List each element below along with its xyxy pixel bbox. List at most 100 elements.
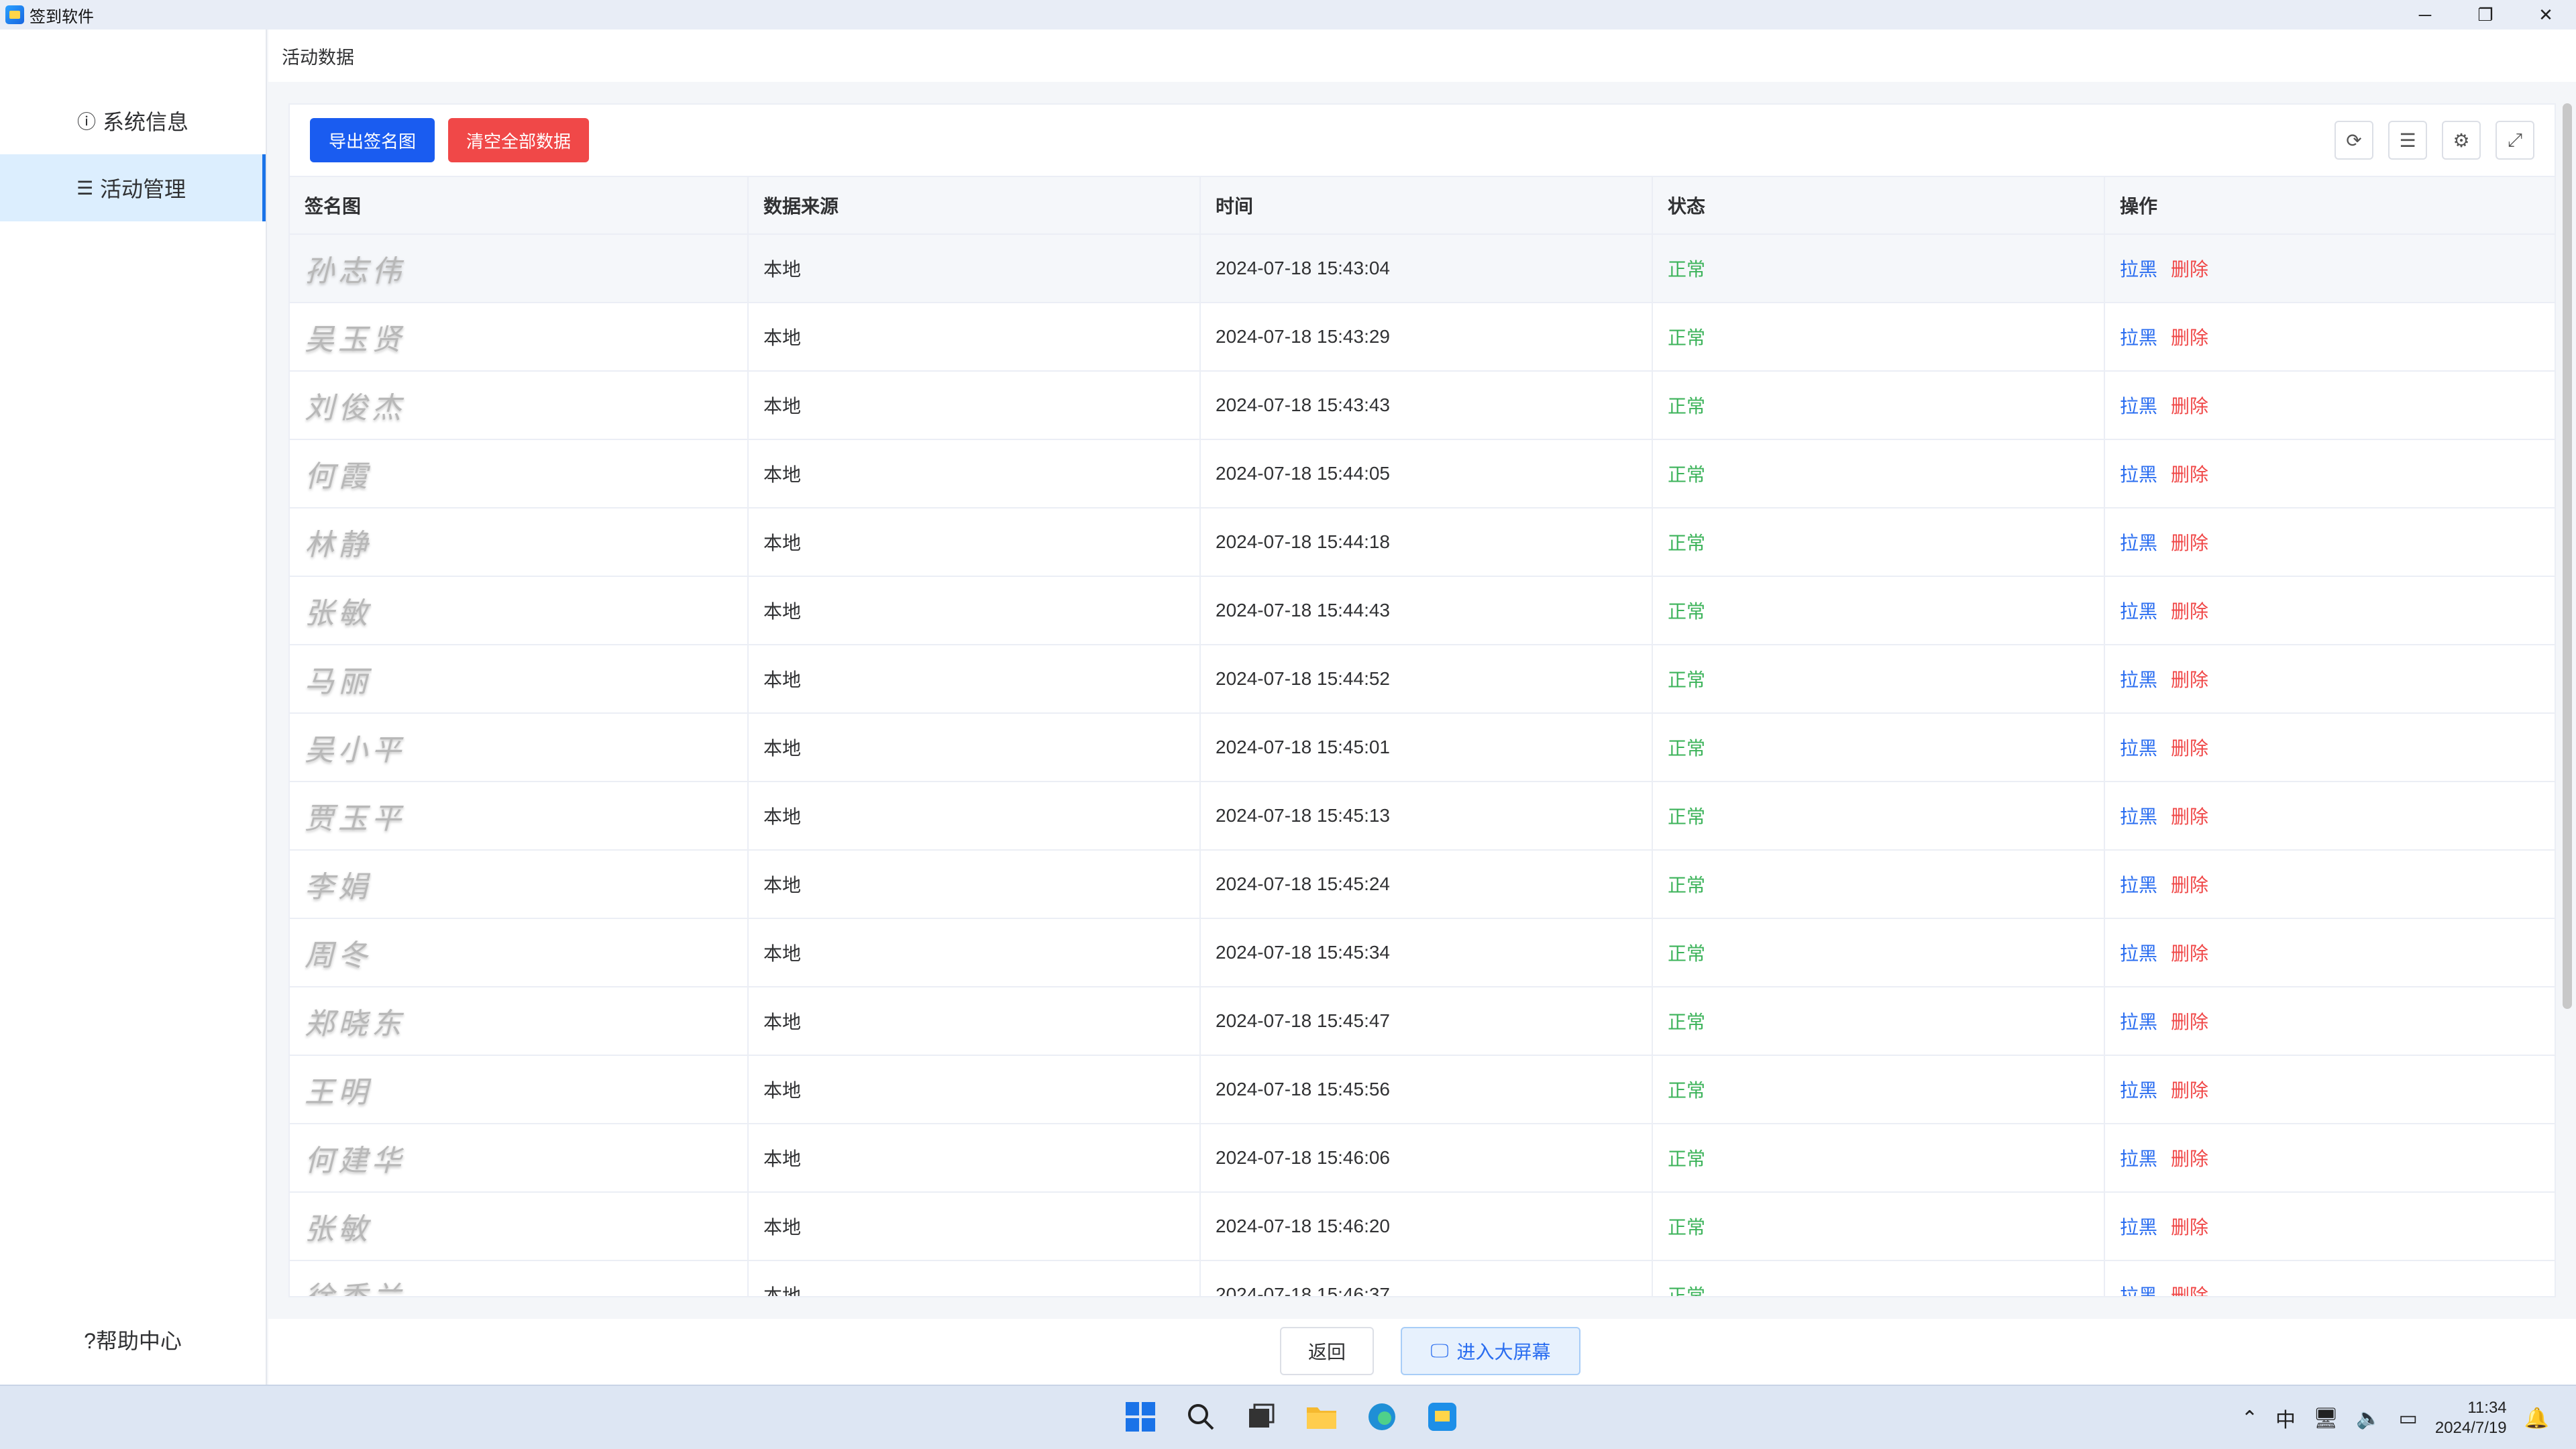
status-badge: 正常	[1653, 508, 2105, 576]
actions-cell: 拉黑 删除	[2105, 508, 2555, 576]
blacklist-link[interactable]: 拉黑	[2120, 1213, 2157, 1240]
source-cell: 本地	[749, 303, 1201, 370]
time-cell: 2024-07-18 15:43:43	[1201, 372, 1653, 439]
blacklist-link[interactable]: 拉黑	[2120, 323, 2157, 350]
restore-button[interactable]: ❐	[2455, 0, 2516, 30]
system-tray: ⌃ 中 🖥 🔈 ▭ 11:34 2024/7/19 🔔	[2241, 1398, 2549, 1438]
blacklist-link[interactable]: 拉黑	[2120, 1076, 2157, 1103]
task-view-icon[interactable]	[1240, 1395, 1283, 1438]
delete-link[interactable]: 删除	[2171, 802, 2208, 829]
sidebar-item-activity-management[interactable]: ☰ 活动管理	[0, 154, 266, 221]
signature-cell: 何霞	[290, 440, 749, 507]
actions-cell: 拉黑 删除	[2105, 1056, 2555, 1123]
signature-image: 吴玉贤	[305, 323, 405, 357]
clear-all-data-button[interactable]: 清空全部数据	[448, 118, 589, 162]
blacklist-link[interactable]: 拉黑	[2120, 597, 2157, 624]
clock[interactable]: 11:34 2024/7/19	[2435, 1398, 2507, 1438]
page-title: 活动数据	[282, 47, 354, 68]
blacklist-link[interactable]: 拉黑	[2120, 1008, 2157, 1034]
signature-image: 贾玉平	[305, 802, 405, 836]
signin-table: 签名图 数据来源 时间 状态 操作 孙志伟 本地 2024-07-18 15:43:…	[290, 176, 2555, 1296]
table-row: 孙志伟 本地 2024-07-18 15:43:04 正常 拉黑 删除	[290, 235, 2555, 303]
actions-cell: 拉黑 删除	[2105, 645, 2555, 712]
status-badge: 正常	[1653, 440, 2105, 507]
delete-link[interactable]: 删除	[2171, 392, 2208, 419]
blacklist-link[interactable]: 拉黑	[2120, 871, 2157, 898]
volume-icon[interactable]: 🔈	[2356, 1407, 2381, 1430]
windows-start-icon[interactable]	[1119, 1395, 1162, 1438]
help-center-link[interactable]: ?帮助中心	[0, 1324, 266, 1355]
delete-link[interactable]: 删除	[2171, 597, 2208, 624]
source-cell: 本地	[749, 919, 1201, 986]
signature-cell: 林静	[290, 508, 749, 576]
delete-link[interactable]: 删除	[2171, 1213, 2208, 1240]
blacklist-link[interactable]: 拉黑	[2120, 529, 2157, 555]
blacklist-link[interactable]: 拉黑	[2120, 802, 2157, 829]
table-row: 李娟 本地 2024-07-18 15:45:24 正常 拉黑 删除	[290, 851, 2555, 919]
minimize-button[interactable]: ─	[2395, 0, 2455, 30]
actions-cell: 拉黑 删除	[2105, 440, 2555, 507]
export-signatures-button[interactable]: 导出签名图	[310, 118, 435, 162]
delete-link[interactable]: 删除	[2171, 1281, 2208, 1296]
sidebar: ⓘ 系统信息 ☰ 活动管理 ?帮助中心	[0, 30, 267, 1385]
blacklist-link[interactable]: 拉黑	[2120, 460, 2157, 487]
close-button[interactable]: ✕	[2516, 0, 2576, 30]
signature-cell: 马丽	[290, 645, 749, 712]
time-cell: 2024-07-18 15:44:18	[1201, 508, 1653, 576]
notification-bell-icon[interactable]: 🔔	[2524, 1407, 2549, 1430]
search-icon[interactable]	[1179, 1395, 1222, 1438]
source-cell: 本地	[749, 645, 1201, 712]
blacklist-link[interactable]: 拉黑	[2120, 665, 2157, 692]
delete-link[interactable]: 删除	[2171, 323, 2208, 350]
enter-big-screen-button[interactable]: 🖵 进入大屏幕	[1401, 1327, 1580, 1375]
toolbar: 导出签名图 清空全部数据 ⟳ ☰ ⚙ ⤢	[290, 105, 2555, 176]
delete-link[interactable]: 删除	[2171, 1008, 2208, 1034]
actions-cell: 拉黑 删除	[2105, 577, 2555, 644]
delete-link[interactable]: 删除	[2171, 871, 2208, 898]
delete-link[interactable]: 删除	[2171, 529, 2208, 555]
blacklist-link[interactable]: 拉黑	[2120, 392, 2157, 419]
vertical-scrollbar[interactable]	[2563, 103, 2572, 1009]
status-badge: 正常	[1653, 782, 2105, 849]
data-panel: 导出签名图 清空全部数据 ⟳ ☰ ⚙ ⤢ 签名图 数据来源 时间 状态 操作 孙…	[288, 103, 2556, 1297]
blacklist-link[interactable]: 拉黑	[2120, 255, 2157, 282]
edge-browser-icon[interactable]	[1360, 1395, 1403, 1438]
time-cell: 2024-07-18 15:45:24	[1201, 851, 1653, 918]
settings-gear-icon[interactable]: ⚙	[2442, 121, 2481, 160]
fullscreen-icon[interactable]: ⤢	[2496, 121, 2534, 160]
battery-icon[interactable]: ▭	[2399, 1407, 2418, 1430]
file-explorer-icon[interactable]	[1300, 1395, 1343, 1438]
taskbar: ⌃ 中 🖥 🔈 ▭ 11:34 2024/7/19 🔔	[0, 1385, 2576, 1449]
blacklist-link[interactable]: 拉黑	[2120, 1281, 2157, 1296]
source-cell: 本地	[749, 440, 1201, 507]
delete-link[interactable]: 删除	[2171, 1076, 2208, 1103]
blacklist-link[interactable]: 拉黑	[2120, 939, 2157, 966]
signature-cell: 王明	[290, 1056, 749, 1123]
signature-image: 王明	[305, 1075, 372, 1110]
actions-cell: 拉黑 删除	[2105, 919, 2555, 986]
table-row: 马丽 本地 2024-07-18 15:44:52 正常 拉黑 删除	[290, 645, 2555, 714]
source-cell: 本地	[749, 714, 1201, 781]
status-badge: 正常	[1653, 577, 2105, 644]
delete-link[interactable]: 删除	[2171, 255, 2208, 282]
table-row: 郑晓东 本地 2024-07-18 15:45:47 正常 拉黑 删除	[290, 987, 2555, 1056]
blacklist-link[interactable]: 拉黑	[2120, 734, 2157, 761]
density-icon[interactable]: ☰	[2388, 121, 2427, 160]
back-button[interactable]: 返回	[1280, 1327, 1374, 1375]
network-icon[interactable]: 🖥	[2313, 1407, 2339, 1430]
delete-link[interactable]: 删除	[2171, 734, 2208, 761]
table-header: 签名图 数据来源 时间 状态 操作	[290, 176, 2555, 235]
delete-link[interactable]: 删除	[2171, 939, 2208, 966]
delete-link[interactable]: 删除	[2171, 1144, 2208, 1171]
sidebar-item-system-info[interactable]: ⓘ 系统信息	[0, 87, 266, 154]
signature-cell: 李娟	[290, 851, 749, 918]
ime-indicator[interactable]: 中	[2275, 1403, 2296, 1433]
delete-link[interactable]: 删除	[2171, 460, 2208, 487]
signin-app-taskbar-icon[interactable]	[1421, 1395, 1464, 1438]
chevron-up-icon[interactable]: ⌃	[2241, 1407, 2258, 1430]
blacklist-link[interactable]: 拉黑	[2120, 1144, 2157, 1171]
time-cell: 2024-07-18 15:44:05	[1201, 440, 1653, 507]
breadcrumb: 活动数据	[268, 30, 2576, 82]
delete-link[interactable]: 删除	[2171, 665, 2208, 692]
refresh-icon[interactable]: ⟳	[2334, 121, 2373, 160]
